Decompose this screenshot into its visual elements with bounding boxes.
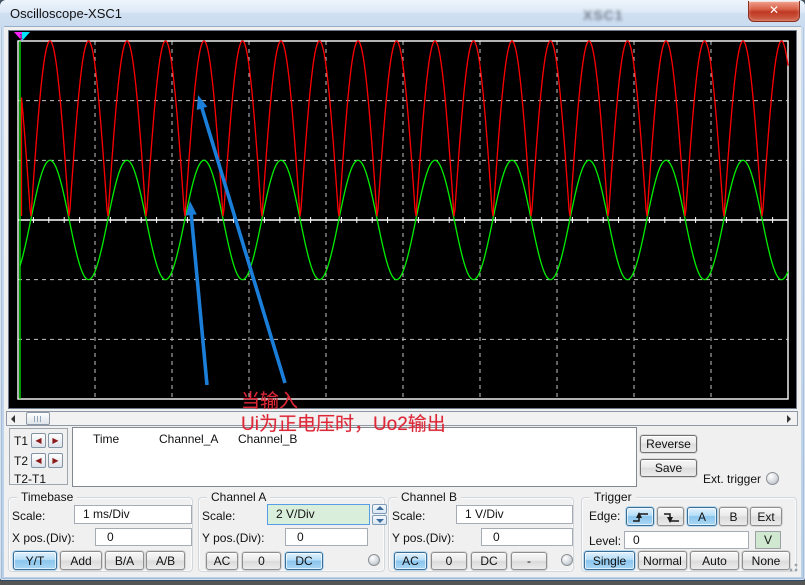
resize-grip-icon[interactable] — [786, 560, 799, 573]
channel-a-ypos-label: Y pos.(Div): — [202, 531, 264, 545]
channel-a-scale-spinner[interactable] — [372, 504, 387, 525]
trigger-auto-button[interactable]: Auto — [690, 551, 739, 570]
timebase-scale-label: Scale: — [12, 509, 45, 523]
save-button[interactable]: Save — [640, 459, 697, 477]
channel-b-title: Channel B — [397, 490, 461, 504]
trigger-level-label: Level: — [589, 534, 621, 548]
oscilloscope-window: Oscilloscope-XSC1 XSC1 ✕ 1 T1 ◀ ▶ T2 ◀ ▶… — [0, 0, 805, 580]
channel-a-scale-field[interactable]: 2 V/Div — [267, 504, 370, 525]
trigger-source-ext-button[interactable]: Ext — [750, 507, 782, 526]
trigger-none-button[interactable]: None — [742, 551, 790, 570]
trigger-title: Trigger — [590, 490, 636, 504]
scrollbar-grip-icon — [34, 416, 43, 422]
svg-text:1: 1 — [19, 34, 23, 41]
channel-a-zero-button[interactable]: 0 — [242, 552, 281, 570]
cursor-control-box: T1 ◀ ▶ T2 ◀ ▶ T2-T1 — [9, 428, 68, 485]
channel-b-scale-field[interactable]: 1 V/Div — [456, 505, 573, 524]
timebase-title: Timebase — [17, 490, 77, 504]
channel-b-ac-button[interactable]: AC — [394, 552, 427, 570]
channel-a-ac-button[interactable]: AC — [206, 552, 238, 570]
trigger-normal-button[interactable]: Normal — [638, 551, 687, 570]
timebase-ba-button[interactable]: B/A — [105, 551, 144, 570]
trigger-single-button[interactable]: Single — [584, 551, 635, 570]
timebase-scale-field[interactable]: 1 ms/Div — [74, 505, 192, 524]
t1-left-icon: ◀ — [35, 436, 41, 445]
channel-b-ypos-label: Y pos.(Div): — [392, 531, 454, 545]
background-watermark: XSC1 — [583, 7, 624, 23]
t2-label: T2 — [14, 454, 28, 468]
channel-a-scale-label: Scale: — [202, 509, 235, 523]
channel-a-ypos-field[interactable]: 0 — [285, 528, 368, 546]
reverse-button[interactable]: Reverse — [640, 435, 697, 453]
close-button[interactable]: ✕ — [748, 1, 800, 22]
trigger-edge-label: Edge: — [589, 509, 620, 523]
ext-trigger-label: Ext. trigger — [703, 472, 761, 486]
channel-a-terminal-icon[interactable] — [368, 554, 380, 566]
channel-b-dc-button[interactable]: DC — [471, 552, 507, 570]
column-time: Time — [93, 432, 119, 446]
scope-display: 1 — [8, 30, 797, 409]
spinner-down-icon[interactable] — [376, 519, 384, 523]
t1-left-button[interactable]: ◀ — [31, 433, 46, 448]
t2-left-button[interactable]: ◀ — [31, 453, 46, 468]
trigger-rising-edge-button[interactable] — [626, 507, 654, 526]
t2-left-icon: ◀ — [35, 456, 41, 465]
title-bar[interactable]: Oscilloscope-XSC1 XSC1 ✕ — [0, 0, 805, 27]
trigger-level-unit[interactable]: V — [755, 531, 781, 549]
horizontal-scrollbar[interactable] — [6, 411, 798, 426]
channel-a-dc-button[interactable]: DC — [285, 552, 323, 570]
channel-b-minus-button[interactable]: - — [511, 552, 547, 570]
channel-b-ypos-field[interactable]: 0 — [481, 528, 573, 546]
ext-trigger-terminal-icon[interactable] — [766, 472, 779, 485]
scroll-left-button[interactable] — [8, 412, 23, 425]
trigger-level-field[interactable]: 0 — [624, 531, 749, 549]
falling-edge-icon — [661, 510, 682, 524]
scroll-left-icon — [11, 415, 15, 423]
t1-right-button[interactable]: ▶ — [48, 433, 63, 448]
t1-label: T1 — [14, 434, 28, 448]
scroll-right-button[interactable] — [781, 412, 796, 425]
spinner-up-icon[interactable] — [376, 506, 384, 510]
channel-b-terminal-icon[interactable] — [561, 554, 573, 566]
channel-b-zero-button[interactable]: 0 — [431, 552, 467, 570]
trigger-falling-edge-button[interactable] — [657, 507, 684, 526]
timebase-xpos-label: X pos.(Div): — [12, 531, 75, 545]
waveform-plot: 1 — [9, 31, 796, 408]
trigger-source-b-button[interactable]: B — [719, 507, 748, 526]
timebase-ab-button[interactable]: A/B — [146, 551, 185, 570]
timebase-add-button[interactable]: Add — [60, 551, 102, 570]
t2-t1-label: T2-T1 — [14, 472, 46, 486]
window-title: Oscilloscope-XSC1 — [10, 6, 122, 21]
trigger-source-a-button[interactable]: A — [687, 507, 717, 526]
column-channel-b: Channel_B — [238, 432, 297, 446]
channel-a-title: Channel A — [207, 490, 270, 504]
cursor-readout-table: Time Channel_A Channel_B — [72, 427, 637, 487]
column-channel-a: Channel_A — [159, 432, 218, 446]
timebase-yt-button[interactable]: Y/T — [13, 551, 57, 570]
t2-right-button[interactable]: ▶ — [48, 453, 63, 468]
rising-edge-icon — [630, 510, 651, 524]
scroll-right-icon — [787, 415, 791, 423]
channel-b-scale-label: Scale: — [392, 509, 425, 523]
t1-right-icon: ▶ — [52, 436, 58, 445]
close-icon: ✕ — [769, 3, 779, 17]
timebase-xpos-field[interactable]: 0 — [95, 528, 192, 546]
t2-right-icon: ▶ — [52, 456, 58, 465]
scrollbar-thumb[interactable] — [26, 412, 50, 425]
